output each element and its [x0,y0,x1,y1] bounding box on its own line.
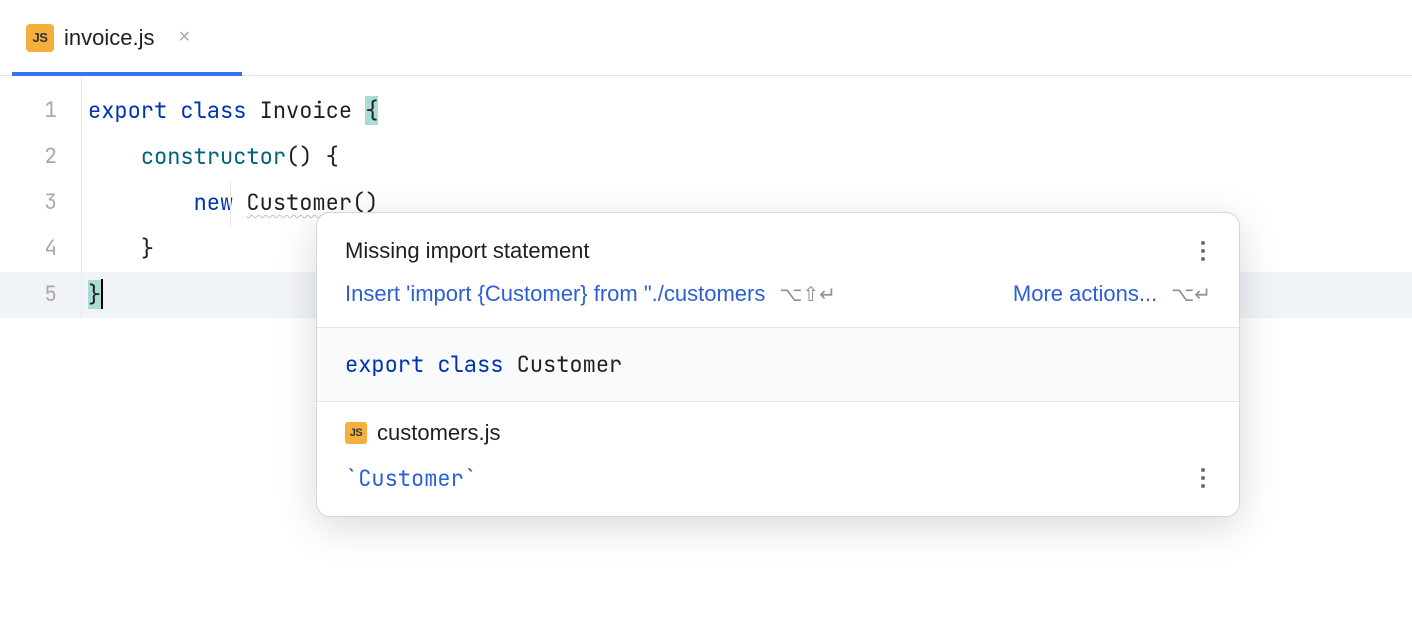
line-number: 4 [0,226,81,272]
popup-reference[interactable]: `Customer` [345,464,477,493]
tab-invoice[interactable]: JS invoice.js × [12,0,204,75]
popup-code-preview: export class Customer [317,328,1239,402]
popup-title: Missing import statement [345,238,590,264]
code-line[interactable]: export class Invoice { [82,88,1412,134]
popup-header: Missing import statement [317,213,1239,267]
line-number: 5 [0,272,81,318]
gutter: 1 2 3 4 5 [0,76,82,318]
line-number: 2 [0,134,81,180]
quick-fix-popup: Missing import statement Insert 'import … [316,212,1240,517]
js-file-icon: JS [345,422,367,444]
code-line[interactable]: constructor() { [82,134,1412,180]
popup-actions: Insert 'import {Customer} from "./custom… [317,267,1239,328]
more-actions-link[interactable]: More actions... ⌥↵ [1013,281,1211,307]
close-icon[interactable]: × [178,26,190,49]
insert-import-action[interactable]: Insert 'import {Customer} from "./custom… [345,281,836,307]
shortcut-label: ⌥⇧↵ [779,282,836,307]
action-label: More actions... [1013,281,1157,307]
line-number: 1 [0,88,81,134]
tab-bar: JS invoice.js × [0,0,1412,76]
more-icon[interactable] [1195,462,1211,494]
text-caret [101,279,103,309]
line-number: 3 [0,180,81,226]
js-file-icon: JS [26,24,54,52]
shortcut-label: ⌥↵ [1171,282,1211,307]
more-icon[interactable] [1195,235,1211,267]
tab-filename: invoice.js [64,25,154,51]
popup-file-row[interactable]: JS customers.js [317,402,1239,456]
popup-filename: customers.js [377,420,500,446]
action-label: Insert 'import {Customer} from "./custom… [345,281,765,307]
popup-reference-row: `Customer` [317,456,1239,516]
